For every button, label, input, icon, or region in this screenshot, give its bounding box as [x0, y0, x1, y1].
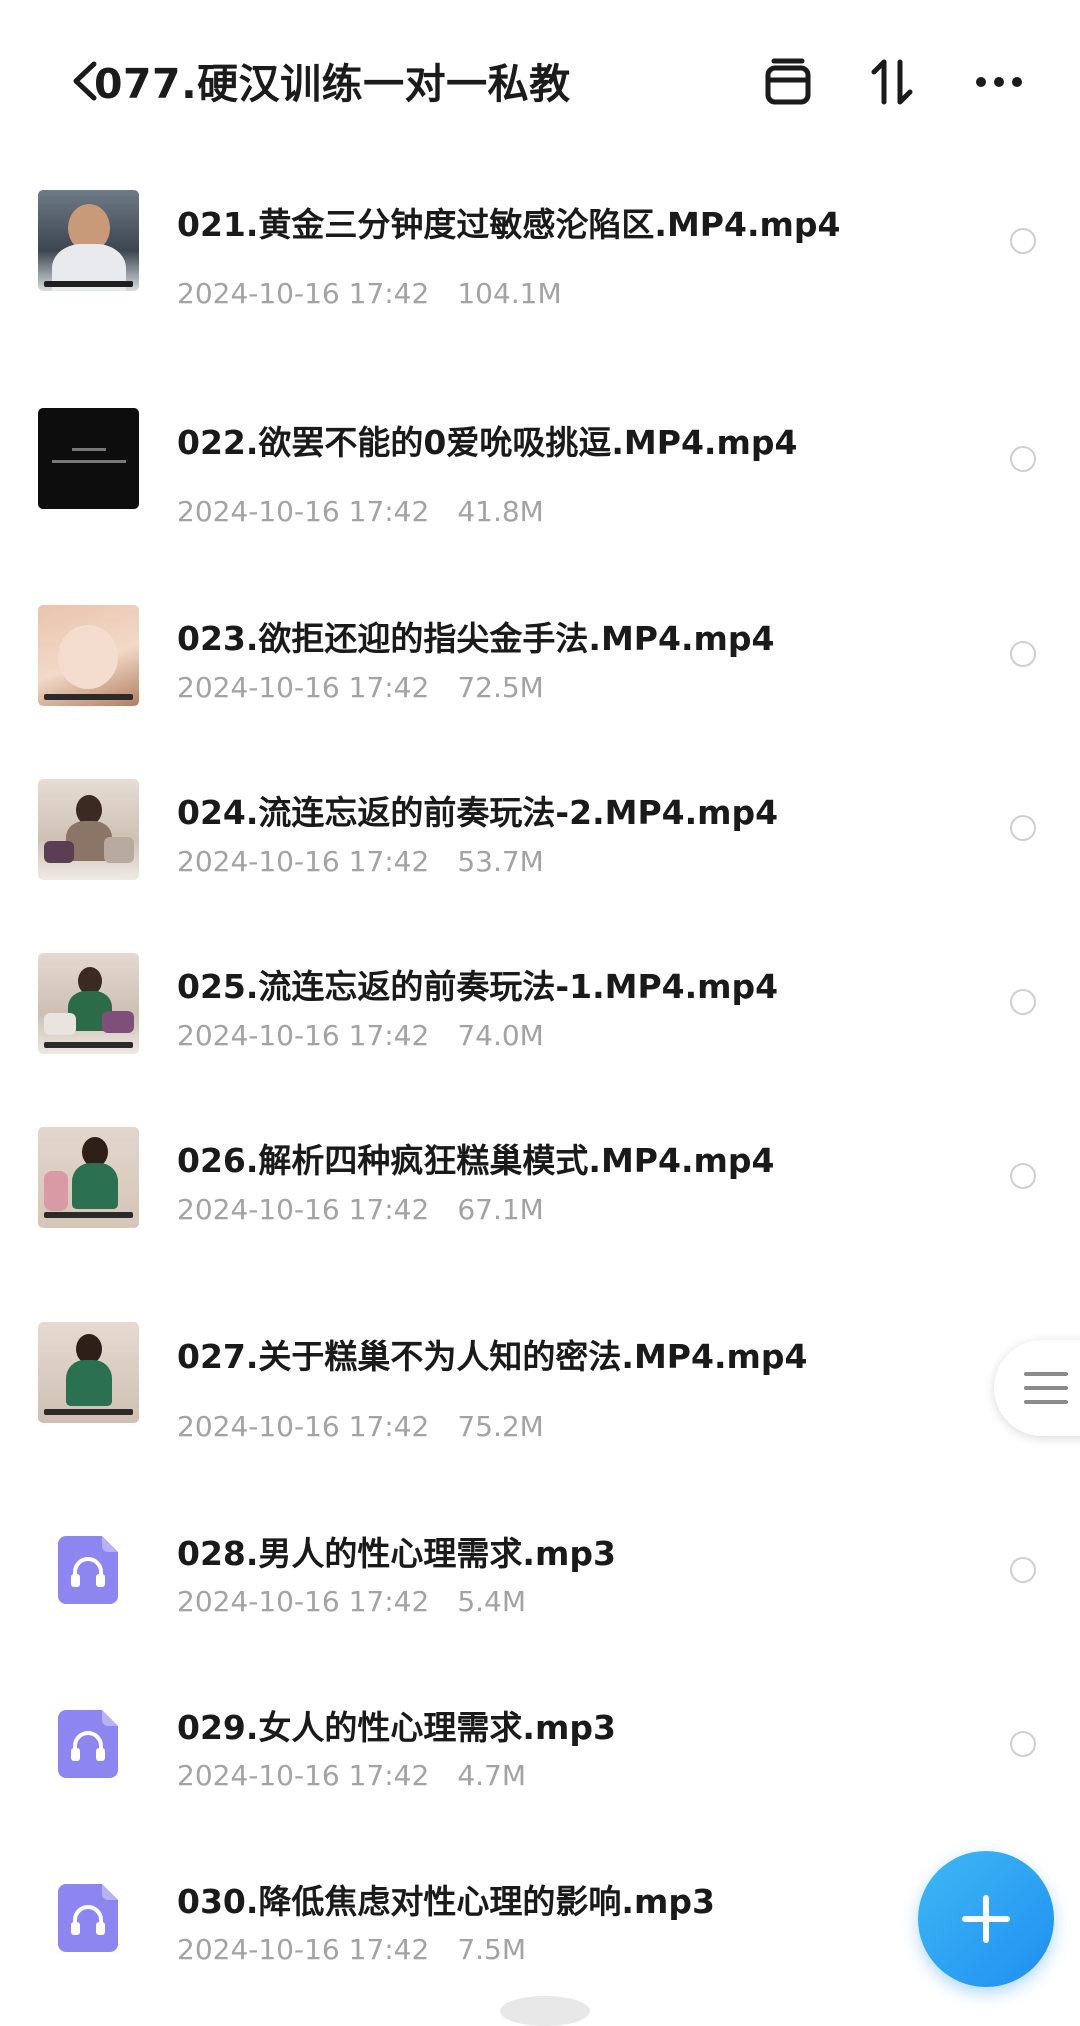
sort-icon[interactable] [862, 52, 922, 112]
select-radio[interactable] [1010, 1731, 1036, 1757]
file-name: 028.男人的性心理需求.mp3 [177, 1534, 616, 1573]
file-meta: 2024-10-16 17:42 41.8M [177, 495, 544, 528]
file-name: 027.关于糕巢不为人知的密法.MP4.mp4 [177, 1337, 808, 1376]
select-radio[interactable] [1010, 1163, 1036, 1189]
file-size: 104.1M [457, 277, 562, 310]
file-size: 5.4M [457, 1585, 527, 1618]
file-size: 4.7M [457, 1759, 527, 1792]
select-radio[interactable] [1010, 228, 1036, 254]
file-meta: 2024-10-16 17:42 5.4M [177, 1585, 526, 1618]
file-size: 74.0M [457, 1019, 544, 1052]
page-title: 077.硬汉训练一对一私教 [94, 60, 571, 108]
file-meta: 2024-10-16 17:42 4.7M [177, 1759, 526, 1792]
select-radio[interactable] [1010, 641, 1036, 667]
file-date: 2024-10-16 17:42 [177, 1410, 430, 1443]
video-thumbnail [38, 779, 139, 880]
more-icon[interactable] [969, 52, 1029, 112]
file-date: 2024-10-16 17:42 [177, 845, 430, 878]
file-date: 2024-10-16 17:42 [177, 671, 430, 704]
menu-icon [1024, 1372, 1068, 1376]
video-thumbnail [38, 1322, 139, 1423]
file-date: 2024-10-16 17:42 [177, 1933, 430, 1966]
video-thumbnail [38, 1127, 139, 1228]
video-thumbnail [38, 408, 139, 509]
file-size: 7.5M [457, 1933, 527, 1966]
file-date: 2024-10-16 17:42 [177, 1759, 430, 1792]
file-name: 024.流连忘返的前奏玩法-2.MP4.mp4 [177, 793, 779, 832]
file-meta: 2024-10-16 17:42 104.1M [177, 277, 562, 310]
file-name: 025.流连忘返的前奏玩法-1.MP4.mp4 [177, 967, 779, 1006]
video-thumbnail [38, 605, 139, 706]
file-date: 2024-10-16 17:42 [177, 1585, 430, 1618]
file-size: 72.5M [457, 671, 544, 704]
add-button[interactable] [918, 1851, 1054, 1987]
file-date: 2024-10-16 17:42 [177, 1019, 430, 1052]
top-bar: 077.硬汉训练一对一私教 [0, 0, 1080, 170]
archive-icon[interactable] [758, 52, 818, 112]
file-name: 030.降低焦虑对性心理的影响.mp3 [177, 1882, 715, 1921]
audio-file-icon [58, 1536, 118, 1604]
file-meta: 2024-10-16 17:42 75.2M [177, 1410, 544, 1443]
file-meta: 2024-10-16 17:42 74.0M [177, 1019, 544, 1052]
file-size: 53.7M [457, 845, 544, 878]
video-thumbnail [38, 190, 139, 291]
file-name: 023.欲拒还迎的指尖金手法.MP4.mp4 [177, 619, 775, 658]
audio-file-icon [58, 1710, 118, 1778]
file-name: 026.解析四种疯狂糕巢模式.MP4.mp4 [177, 1141, 775, 1180]
select-radio[interactable] [1010, 815, 1036, 841]
file-meta: 2024-10-16 17:42 53.7M [177, 845, 544, 878]
file-date: 2024-10-16 17:42 [177, 495, 430, 528]
file-meta: 2024-10-16 17:42 7.5M [177, 1933, 526, 1966]
file-date: 2024-10-16 17:42 [177, 277, 430, 310]
file-name: 022.欲罢不能的0爱吮吸挑逗.MP4.mp4 [177, 423, 798, 462]
side-drawer-handle[interactable] [994, 1340, 1080, 1436]
file-name: 029.女人的性心理需求.mp3 [177, 1708, 616, 1747]
video-thumbnail [38, 953, 139, 1054]
file-size: 67.1M [457, 1193, 544, 1226]
select-radio[interactable] [1010, 989, 1036, 1015]
file-size: 75.2M [457, 1410, 544, 1443]
file-name: 021.黄金三分钟度过敏感沦陷区.MP4.mp4 [177, 205, 841, 244]
file-meta: 2024-10-16 17:42 67.1M [177, 1193, 544, 1226]
select-radio[interactable] [1010, 446, 1036, 472]
select-radio[interactable] [1010, 1557, 1036, 1583]
file-date: 2024-10-16 17:42 [177, 1193, 430, 1226]
file-meta: 2024-10-16 17:42 72.5M [177, 671, 544, 704]
file-size: 41.8M [457, 495, 544, 528]
audio-file-icon [58, 1884, 118, 1952]
bottom-bar-hint [500, 1996, 590, 2026]
